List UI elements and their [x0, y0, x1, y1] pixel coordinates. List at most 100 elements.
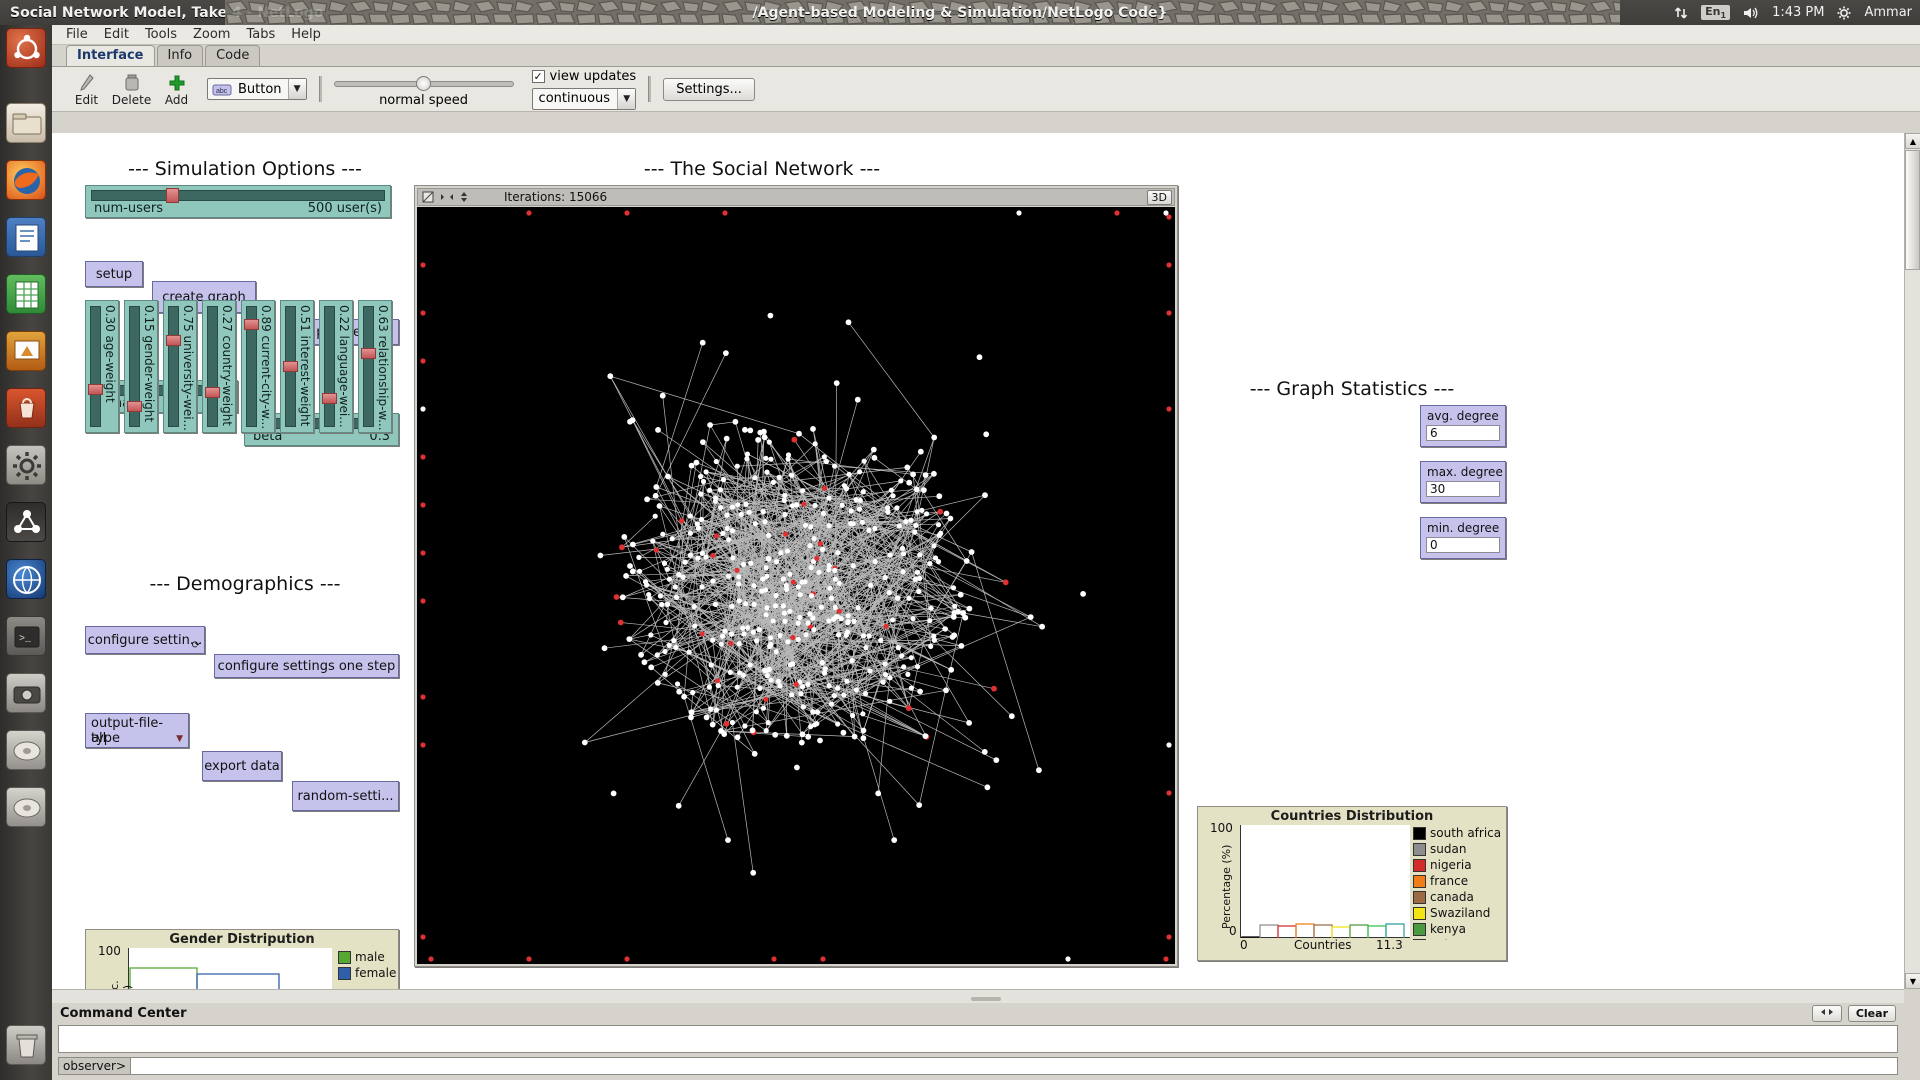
menu-file[interactable]: File [66, 27, 88, 42]
edit-tool[interactable]: Edit [64, 72, 109, 107]
chevron-down-icon[interactable]: ▼ [617, 88, 636, 109]
launcher-disk-drive[interactable] [6, 730, 46, 770]
monitor-min--degree[interactable]: min. degree 0 [1420, 517, 1506, 559]
monitor-max--degree[interactable]: max. degree 30 [1420, 461, 1506, 503]
vslider-3-track[interactable] [207, 306, 218, 427]
vslider-1-knob[interactable] [127, 400, 142, 412]
plot-gender-distribution[interactable]: Gender Distripution 100 0 'erc. (%) 0 Ge… [85, 929, 399, 989]
menu-tabs[interactable]: Tabs [246, 27, 275, 42]
launcher-firefox[interactable] [6, 160, 46, 200]
command-center-output[interactable] [58, 1025, 1898, 1053]
vslider-6-knob[interactable] [322, 392, 337, 404]
update-mode-select[interactable]: continuous ▼ [531, 87, 637, 110]
view-updates-toggle[interactable]: ✓ view updates [531, 69, 636, 84]
vslider-6[interactable]: 0.22 language-wei... [319, 300, 353, 433]
command-center-clear-button[interactable]: Clear [1847, 1005, 1896, 1022]
canvas-vertical-scrollbar[interactable]: ▲ ▼ [1904, 133, 1920, 989]
vslider-7[interactable]: 0.63 relationship-w... [358, 300, 392, 433]
launcher-disk-drive-2[interactable] [6, 787, 46, 827]
settings-button[interactable]: Settings... [663, 77, 755, 101]
keyboard-layout-indicator[interactable]: En1 [1701, 4, 1731, 21]
command-center-expand-button[interactable] [1812, 1005, 1842, 1022]
menu-bar: File Edit Tools Zoom Tabs Help [52, 25, 1920, 45]
vslider-6-track[interactable] [324, 306, 335, 427]
interface-canvas[interactable]: --- Simulation Options --- num-users 500… [52, 133, 1904, 989]
launcher-software-center[interactable] [6, 388, 46, 428]
vslider-5-knob[interactable] [283, 360, 298, 372]
launcher-screenshot-tool[interactable] [6, 673, 46, 713]
vslider-2-label: 0.75 university-wei... [181, 305, 195, 431]
vslider-0[interactable]: 0.30 age-weight [85, 300, 119, 433]
vslider-1[interactable]: 0.15 gender-weight [124, 300, 158, 433]
menu-zoom[interactable]: Zoom [193, 27, 230, 42]
slider-num-users-knob[interactable] [166, 188, 179, 203]
random-settings-button[interactable]: random-setti... [292, 781, 399, 811]
speed-slider-knob[interactable] [415, 76, 431, 91]
gear-icon[interactable] [1837, 6, 1851, 20]
volume-icon[interactable] [1743, 6, 1759, 20]
chevron-down-icon[interactable]: ▼ [176, 734, 183, 744]
clock[interactable]: 1:43 PM [1772, 5, 1824, 20]
delete-tool[interactable]: Delete [109, 72, 154, 107]
widget-type-select[interactable]: abc Button ▼ [207, 78, 307, 100]
vslider-2-track[interactable] [168, 306, 179, 427]
launcher-browser-secondary[interactable] [6, 559, 46, 599]
vslider-5[interactable]: 0.51 interest-weight [280, 300, 314, 433]
command-center-input[interactable] [131, 1057, 1898, 1075]
scroll-down-arrow-icon[interactable]: ▼ [1905, 973, 1920, 989]
vslider-3[interactable]: 0.27 country-weight [202, 300, 236, 433]
view-updates-checkbox[interactable]: ✓ [531, 69, 545, 83]
launcher-files[interactable] [6, 103, 46, 143]
three-d-button[interactable]: 3D [1146, 190, 1172, 205]
launcher-libreoffice-writer[interactable] [6, 217, 46, 257]
vslider-7-knob[interactable] [361, 347, 376, 359]
launcher-libreoffice-impress[interactable] [6, 331, 46, 371]
launcher-trash[interactable] [6, 1025, 46, 1065]
split-pane-handle[interactable] [971, 997, 1001, 1001]
countries-legend-entry: south africa [1413, 825, 1501, 841]
configure-settings-one-step-button[interactable]: configure settings one step [214, 654, 399, 678]
vslider-0-track[interactable] [90, 306, 101, 427]
vslider-3-knob[interactable] [205, 387, 220, 399]
tab-code[interactable]: Code [205, 45, 261, 66]
world-pan-icon[interactable] [440, 191, 454, 203]
vslider-4[interactable]: 0.89 current-city-w... [241, 300, 275, 433]
plot-countries-distribution[interactable]: Countries Distribution 100 0 Percentage … [1197, 806, 1507, 961]
launcher-libreoffice-calc[interactable] [6, 274, 46, 314]
vslider-0-knob[interactable] [88, 384, 103, 395]
plus-icon [168, 72, 186, 92]
scroll-thumb[interactable] [1905, 150, 1920, 270]
username[interactable]: Ammar [1864, 5, 1912, 20]
add-tool[interactable]: Add [154, 72, 199, 107]
vslider-4-knob[interactable] [244, 319, 259, 331]
tab-interface[interactable]: Interface [66, 45, 155, 66]
output-file-type-chooser[interactable]: output-file-type all ▼ [85, 713, 189, 748]
configure-settings-button[interactable]: configure settin... ⟳ [85, 626, 205, 654]
world-edit-icon[interactable] [422, 191, 434, 203]
world-view[interactable]: Iterations: 15066 3D [414, 185, 1178, 967]
launcher-netlogo[interactable] [6, 502, 46, 542]
setup-button[interactable]: setup [85, 261, 143, 287]
slider-num-users-track[interactable] [91, 190, 385, 201]
menu-tools[interactable]: Tools [145, 27, 177, 42]
menu-edit[interactable]: Edit [104, 27, 129, 42]
tab-info[interactable]: Info [156, 45, 204, 66]
network-updown-icon[interactable] [1674, 6, 1688, 20]
vslider-7-track[interactable] [363, 306, 374, 427]
slider-num-users[interactable]: num-users 500 user(s) [85, 185, 391, 218]
monitor-value: 6 [1426, 425, 1500, 441]
world-resize-icon[interactable] [458, 191, 470, 203]
launcher-terminal[interactable]: >_ [6, 616, 46, 656]
vslider-2-knob[interactable] [166, 334, 181, 346]
launcher-settings[interactable] [6, 445, 46, 485]
menu-help[interactable]: Help [291, 27, 321, 42]
monitor-avg--degree[interactable]: avg. degree 6 [1420, 405, 1506, 447]
countries-legend-label: kenya [1430, 922, 1466, 936]
launcher-ubuntu-dash[interactable] [6, 28, 46, 68]
world-canvas[interactable] [417, 207, 1175, 964]
speed-slider[interactable]: normal speed [333, 69, 514, 109]
chevron-down-icon[interactable]: ▼ [287, 79, 306, 99]
vslider-2[interactable]: 0.75 university-wei... [163, 300, 197, 433]
export-data-button[interactable]: export data [202, 751, 282, 781]
scroll-up-arrow-icon[interactable]: ▲ [1905, 133, 1920, 149]
